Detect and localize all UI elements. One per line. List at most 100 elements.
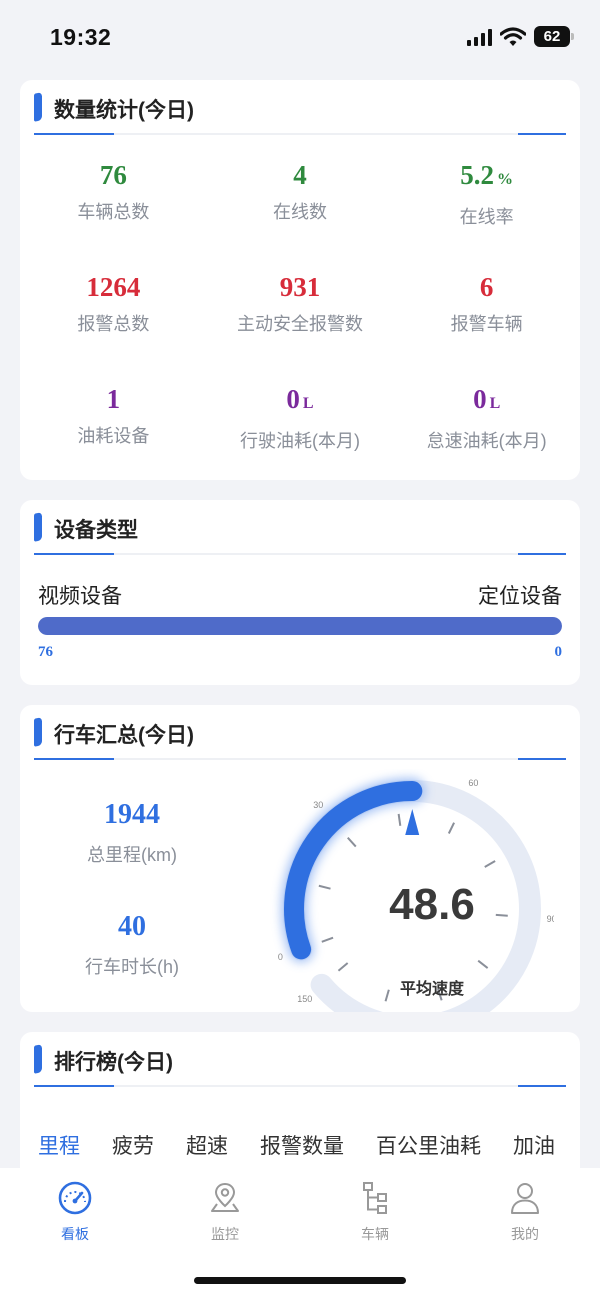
- section-marker-icon: [34, 92, 42, 122]
- gauge-tick: [318, 884, 331, 890]
- ranking-tab[interactable]: 报警数量: [260, 1130, 344, 1160]
- stat-unit: %: [497, 171, 514, 188]
- device-type-card: 设备类型 视频设备 定位设备 76 0: [20, 500, 580, 685]
- tab-vehicles[interactable]: 车辆: [325, 1180, 425, 1244]
- stat-number: 0: [473, 384, 487, 414]
- stat-number: 1264: [86, 272, 141, 302]
- total-mileage-value: 1944: [104, 799, 160, 830]
- ranking-card-header: 排行榜(今日): [20, 1032, 580, 1087]
- home-indicator: [194, 1277, 406, 1284]
- stats-card-header: 数量统计(今日): [20, 80, 580, 135]
- stat-value: 1264: [20, 272, 207, 302]
- section-marker-icon: [34, 512, 42, 542]
- location-device-label: 定位设备: [478, 585, 562, 608]
- status-bar: 19:32 62: [0, 0, 600, 76]
- stat-label: 怠速油耗(本月): [426, 431, 547, 451]
- gauge-pointer: [405, 809, 420, 836]
- average-speed-value: 48.6: [389, 880, 475, 929]
- stat-value: 0L: [207, 384, 394, 419]
- driving-duration-label: 行车时长(h): [85, 957, 179, 977]
- tab-dashboard[interactable]: 看板: [25, 1180, 125, 1244]
- ranking-tab[interactable]: 百公里油耗: [376, 1130, 481, 1160]
- device-type-values: 76 0: [38, 644, 562, 661]
- average-speed-label: 平均速度: [400, 979, 465, 998]
- gauge-tick: [484, 860, 496, 868]
- ranking-tab[interactable]: 超速: [186, 1130, 228, 1160]
- ranking-tab[interactable]: 里程: [38, 1130, 80, 1175]
- stats-grid: 76 车辆总数 4 在线数 5.2% 在线率 1264 报警总数 931 主动安全报警数 6 报警车辆…: [20, 160, 580, 480]
- stat-cell: 1264 报警总数: [20, 272, 207, 384]
- stat-cell: 5.2% 在线率: [393, 160, 580, 272]
- stat-number: 1: [106, 384, 121, 414]
- device-type-card-title: 设备类型: [54, 519, 138, 542]
- stat-label: 在线率: [459, 207, 514, 227]
- gauge-tick: [337, 962, 349, 972]
- stat-cell: 931 主动安全报警数: [207, 272, 394, 384]
- tab-vehicles-label: 车辆: [361, 1226, 389, 1242]
- driving-duration-metric: 40 行车时长(h): [20, 911, 244, 979]
- device-type-labels: 视频设备 定位设备: [38, 580, 562, 610]
- gauge-tick: [447, 822, 455, 834]
- stat-cell: 4 在线数: [207, 160, 394, 272]
- stat-value: 4: [207, 160, 394, 190]
- stat-label: 车辆总数: [77, 202, 150, 222]
- total-mileage-label: 总里程(km): [87, 845, 177, 865]
- stat-label: 报警车辆: [450, 314, 523, 334]
- ranking-tab[interactable]: 疲劳: [112, 1130, 154, 1160]
- location-device-count: 0: [554, 644, 563, 660]
- device-ratio-bar: [38, 617, 562, 635]
- gauge-tick: [384, 989, 390, 1002]
- gauge-tick: [397, 813, 402, 826]
- stat-value: 5.2%: [393, 160, 580, 195]
- tab-mine[interactable]: 我的: [475, 1180, 575, 1244]
- battery-icon: 62: [534, 26, 574, 47]
- stat-cell: 0 L 怠速油耗(本月): [393, 384, 580, 480]
- device-type-card-header: 设备类型: [20, 500, 580, 555]
- stat-value: 931: [207, 272, 394, 302]
- driving-summary-card: 行车汇总(今日) 1944 总里程(km) 40 行车时长(h) 0 30 60 90…: [20, 705, 580, 1012]
- map-pin-icon: [211, 1182, 239, 1212]
- stat-number: 76: [99, 160, 127, 190]
- average-speed-gauge: 0306090120150 48.6 平均速度: [278, 777, 554, 1012]
- user-profile-icon: [511, 1183, 539, 1214]
- gauge-tick-label: 0: [278, 952, 283, 962]
- stat-number: 6: [479, 272, 494, 302]
- tab-monitor-label: 监控: [211, 1226, 239, 1242]
- gauge-tick-label: 30: [313, 800, 323, 810]
- header-divider: [34, 1085, 566, 1087]
- ranking-tabs: 里程 疲劳 超速 报警数量 百公里油耗 加油: [38, 1130, 555, 1175]
- section-marker-icon: [34, 1044, 42, 1074]
- stats-card: 数量统计(今日) 76 车辆总数 4 在线数 5.2% 在线率 1264 报警总数 931 主动安…: [20, 80, 580, 480]
- tab-monitor[interactable]: 监控: [175, 1180, 275, 1244]
- section-marker-icon: [34, 717, 42, 747]
- stat-value: 6: [393, 272, 580, 302]
- dashboard-gauge-icon: [58, 1181, 92, 1215]
- stat-number: 931: [279, 272, 321, 302]
- gauge-tick-label: 60: [468, 778, 478, 788]
- gauge-tick: [495, 913, 508, 917]
- stat-cell: 1 油耗设备: [20, 384, 207, 480]
- stat-value: 0L: [393, 384, 580, 419]
- gauge-tick: [347, 836, 357, 848]
- ranking-tab[interactable]: 加油: [513, 1130, 555, 1160]
- stat-label: 油耗设备: [77, 426, 150, 446]
- gauge-tick: [321, 936, 334, 943]
- gauge-tick-label: 90: [547, 914, 554, 924]
- stat-label: 主动安全报警数: [236, 314, 363, 334]
- hierarchy-tree-icon: [363, 1182, 387, 1214]
- total-mileage-metric: 1944 总里程(km): [20, 799, 244, 867]
- stat-label: 行驶油耗(本月): [239, 431, 360, 451]
- stat-value: 76: [20, 160, 207, 190]
- tab-mine-label: 我的: [511, 1226, 539, 1242]
- status-time: 19:32: [50, 24, 112, 50]
- device-ratio-fill: [38, 617, 562, 635]
- stat-label: 在线数: [272, 202, 327, 222]
- tab-dashboard-label: 看板: [61, 1226, 89, 1242]
- stat-number: 4: [293, 160, 307, 190]
- gauge-tick: [477, 959, 489, 969]
- video-device-label: 视频设备: [38, 585, 122, 608]
- header-divider: [34, 133, 566, 135]
- stats-card-title: 数量统计(今日): [54, 99, 194, 122]
- stat-cell: 0 L 行驶油耗(本月): [207, 384, 394, 480]
- driving-duration-value: 40: [118, 911, 146, 942]
